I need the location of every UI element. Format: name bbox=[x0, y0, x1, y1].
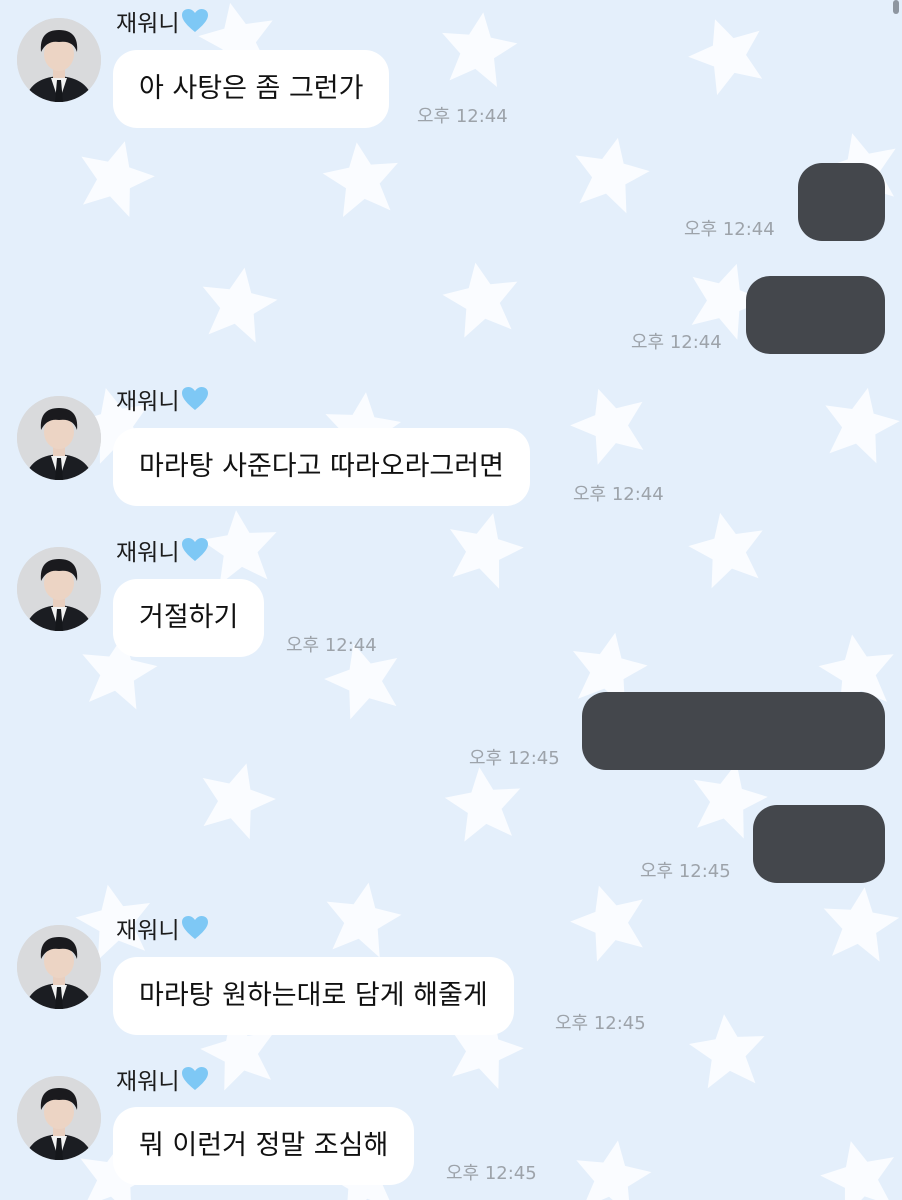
message-timestamp: 오후 12:45 bbox=[446, 1163, 537, 1184]
sender-name: 재워니 bbox=[116, 8, 209, 42]
scrollbar-thumb[interactable] bbox=[893, 0, 899, 14]
sender-avatar[interactable] bbox=[17, 1076, 101, 1160]
sender-name: 재워니 bbox=[116, 537, 209, 571]
sender-name-text: 재워니 bbox=[116, 11, 180, 37]
light-blue-heart-icon bbox=[181, 1066, 209, 1100]
light-blue-heart-icon bbox=[181, 8, 209, 42]
light-blue-heart-icon bbox=[181, 537, 209, 571]
message-timestamp: 오후 12:44 bbox=[286, 635, 377, 656]
message-timestamp: 오후 12:45 bbox=[640, 861, 731, 882]
sender-name-text: 재워니 bbox=[116, 918, 180, 944]
avatar-photo bbox=[17, 925, 101, 1009]
message-timestamp: 오후 12:45 bbox=[555, 1013, 646, 1034]
chat-screen: 재워니 아 사탕은 좀 그런가 오후 12:44 오후 12:44 오후 12:… bbox=[0, 0, 902, 1200]
incoming-message-bubble[interactable]: 마라탕 원하는대로 담게 해줄게 bbox=[113, 957, 514, 1035]
sender-avatar[interactable] bbox=[17, 925, 101, 1009]
avatar-photo bbox=[17, 547, 101, 631]
incoming-message-bubble[interactable]: 아 사탕은 좀 그런가 bbox=[113, 50, 390, 128]
sender-avatar[interactable] bbox=[17, 18, 101, 102]
sender-name-text: 재워니 bbox=[116, 1069, 180, 1095]
message-timestamp: 오후 12:44 bbox=[631, 332, 722, 353]
message-timestamp: 오후 12:44 bbox=[684, 219, 775, 240]
sender-name: 재워니 bbox=[116, 386, 209, 420]
sender-name-text: 재워니 bbox=[116, 389, 180, 415]
message-timestamp: 오후 12:44 bbox=[573, 484, 664, 505]
light-blue-heart-icon bbox=[181, 915, 209, 949]
sender-avatar[interactable] bbox=[17, 547, 101, 631]
message-text: 뭐 이런거 정말 조심해 bbox=[139, 1130, 389, 1161]
outgoing-message-bubble[interactable] bbox=[582, 692, 885, 770]
incoming-message-bubble[interactable]: 마라탕 사준다고 따라오라그러면 bbox=[113, 428, 530, 506]
avatar-photo bbox=[17, 1076, 101, 1160]
outgoing-message-bubble[interactable] bbox=[746, 276, 885, 354]
message-text: 거절하기 bbox=[139, 602, 239, 633]
sender-name: 재워니 bbox=[116, 915, 209, 949]
sender-name-text: 재워니 bbox=[116, 540, 180, 566]
light-blue-heart-icon bbox=[181, 386, 209, 420]
sender-avatar[interactable] bbox=[17, 396, 101, 480]
incoming-message-bubble[interactable]: 뭐 이런거 정말 조심해 bbox=[113, 1107, 415, 1185]
message-text: 마라탕 원하는대로 담게 해줄게 bbox=[139, 980, 488, 1011]
message-text: 아 사탕은 좀 그런가 bbox=[139, 73, 364, 104]
outgoing-message-bubble[interactable] bbox=[798, 163, 885, 241]
incoming-message-bubble[interactable]: 거절하기 bbox=[113, 579, 265, 657]
outgoing-message-bubble[interactable] bbox=[753, 805, 885, 883]
message-timestamp: 오후 12:45 bbox=[469, 748, 560, 769]
avatar-photo bbox=[17, 18, 101, 102]
message-text: 마라탕 사준다고 따라오라그러면 bbox=[139, 451, 504, 482]
sender-name: 재워니 bbox=[116, 1066, 209, 1100]
message-timestamp: 오후 12:44 bbox=[417, 106, 508, 127]
avatar-photo bbox=[17, 396, 101, 480]
